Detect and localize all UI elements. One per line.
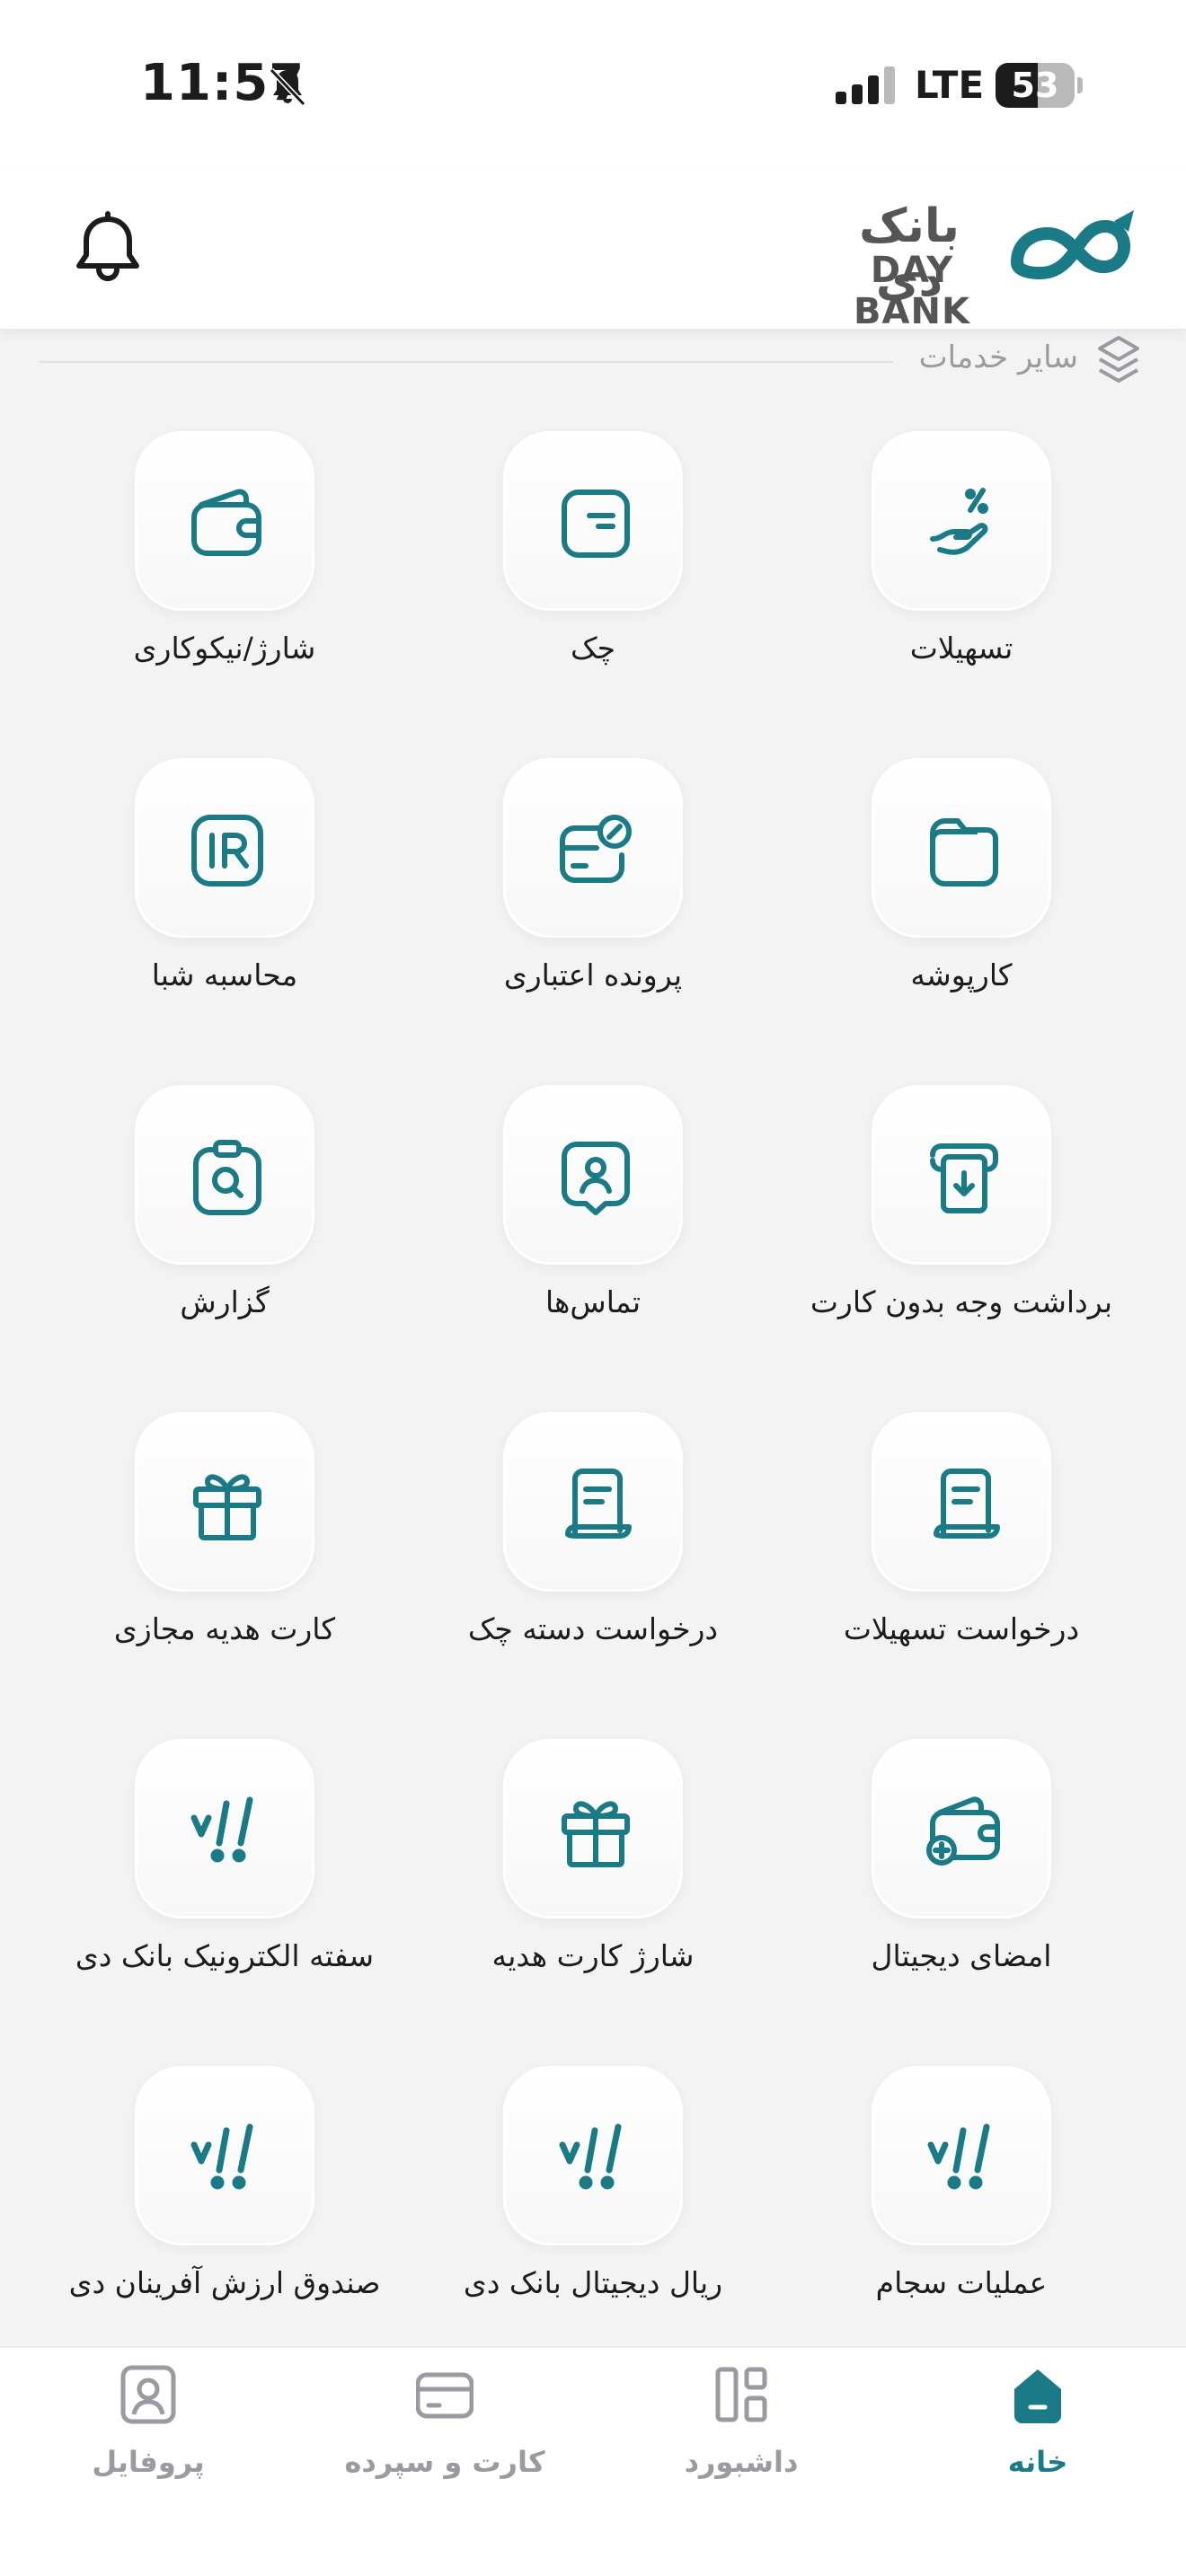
- document-icon: [934, 1469, 1000, 1539]
- service-chequebook-request[interactable]: درخواست دسته چک: [404, 1403, 782, 1672]
- day-bank-mark-icon: [190, 2123, 253, 2190]
- service-loan-request[interactable]: درخواست تسهیلات: [773, 1403, 1150, 1672]
- service-gift-card-topup[interactable]: شارژ کارت هدیه: [404, 1730, 782, 1999]
- day-bank-logo: بانک دی DAY BANK: [819, 199, 1146, 332]
- status-bar: 11:57 LTE 53: [0, 0, 1186, 171]
- service-label: کارپوشه: [910, 957, 1013, 992]
- service-label: صندوق ارزش آفرینان دی: [68, 2265, 381, 2300]
- service-electronic-promissory[interactable]: سفته الکترونیک بانک دی: [36, 1730, 413, 1999]
- day-bank-logo-mark-icon: [1011, 210, 1134, 279]
- network-type: LTE: [915, 63, 985, 107]
- service-sejam[interactable]: عملیات سجام: [773, 2057, 1150, 2326]
- gift-icon: [562, 1801, 630, 1867]
- battery-icon: 53: [996, 63, 1083, 108]
- card-icon: [416, 2372, 474, 2419]
- wallet-icon: [191, 489, 261, 556]
- service-label: درخواست تسهیلات: [843, 1611, 1080, 1646]
- service-label: محاسبه شبا: [151, 957, 298, 992]
- nav-dashboard[interactable]: داشبورد: [593, 2348, 890, 2545]
- service-label: برداشت وجه بدون کارت: [810, 1284, 1113, 1319]
- day-bank-mark-icon: [559, 2123, 622, 2190]
- service-loans[interactable]: تسهیلات: [773, 422, 1150, 692]
- nav-cards-deposits[interactable]: کارت و سپرده: [296, 2348, 593, 2545]
- gift-icon: [193, 1474, 261, 1540]
- service-cheque[interactable]: چک: [404, 422, 782, 692]
- ir-icon: [191, 815, 263, 887]
- hand-percent-icon: [930, 488, 988, 555]
- wallet-plus-icon: [926, 1796, 1000, 1866]
- nav-profile-label: پروفایل: [92, 2445, 205, 2479]
- service-digital-signature[interactable]: امضای دیجیتال: [773, 1730, 1150, 1999]
- app-header: بانک دی DAY BANK: [0, 171, 1186, 332]
- bell-muted-icon: [269, 67, 306, 107]
- section-divider: [40, 361, 893, 363]
- service-value-fund[interactable]: صندوق ارزش آفرینان دی: [36, 2057, 413, 2326]
- service-label: گزارش: [180, 1284, 270, 1319]
- service-sheba-calc[interactable]: محاسبه شبا: [36, 749, 413, 1019]
- service-credit-file[interactable]: پرونده اعتباری: [404, 749, 782, 1019]
- nav-home-label: خانه: [1007, 2445, 1068, 2479]
- service-label: درخواست دسته چک: [467, 1611, 719, 1646]
- service-digital-rial[interactable]: ریال دیجیتال بانک دی: [404, 2057, 782, 2326]
- home-icon: [1014, 2369, 1061, 2423]
- bottom-nav: خانه داشبورد کارت و سپرده پروفایل: [0, 2346, 1186, 2576]
- service-label: سفته الکترونیک بانک دی: [75, 1938, 375, 1973]
- day-bank-mark-icon: [927, 2123, 990, 2190]
- section-title: سایر خدمات: [918, 340, 1078, 375]
- profile-icon: [120, 2365, 176, 2424]
- nav-cards-label: کارت و سپرده: [344, 2445, 545, 2479]
- service-report[interactable]: گزارش: [36, 1076, 413, 1345]
- credit-card-percent-icon: [560, 815, 632, 883]
- nav-home[interactable]: خانه: [890, 2348, 1186, 2545]
- service-label: عملیات سجام: [875, 2265, 1048, 2300]
- service-label: امضای دیجیتال: [871, 1938, 1052, 1973]
- service-label: تماس‌ها: [544, 1284, 642, 1319]
- nav-dashboard-label: داشبورد: [684, 2445, 799, 2479]
- service-cardless-withdraw[interactable]: برداشت وجه بدون کارت: [773, 1076, 1150, 1345]
- report-search-icon: [193, 1140, 261, 1215]
- service-label: تسهیلات: [909, 631, 1013, 666]
- service-label: کارت هدیه مجازی: [113, 1611, 336, 1646]
- service-virtual-gift-card[interactable]: کارت هدیه مجازی: [36, 1403, 413, 1672]
- day-bank-mark-icon: [190, 1796, 253, 1863]
- service-label: شارژ کارت هدیه: [491, 1938, 695, 1973]
- service-contacts[interactable]: تماس‌ها: [404, 1076, 782, 1345]
- service-cartable[interactable]: کارپوشه: [773, 749, 1150, 1019]
- nav-profile[interactable]: پروفایل: [0, 2348, 296, 2545]
- signal-icon: [836, 66, 895, 104]
- atm-withdraw-icon: [930, 1143, 998, 1213]
- service-label: شارژ/نیکوکاری: [133, 631, 316, 666]
- battery-percent: 53: [1011, 66, 1059, 105]
- document-icon: [565, 1469, 632, 1539]
- section-header: سایر خدمات: [0, 332, 1186, 395]
- logo-english-text: DAY BANK: [854, 250, 970, 332]
- layers-icon: [1098, 336, 1139, 383]
- service-label: پرونده اعتباری: [503, 957, 683, 992]
- notification-bell-icon[interactable]: [72, 210, 144, 287]
- service-label: ریال دیجیتال بانک دی: [463, 2265, 723, 2300]
- service-label: چک: [571, 631, 615, 666]
- dashboard-icon: [715, 2367, 767, 2422]
- folder-icon: [930, 818, 998, 887]
- cheque-icon: [562, 490, 630, 558]
- contact-icon: [562, 1142, 630, 1215]
- service-topup-charity[interactable]: شارژ/نیکوکاری: [36, 422, 413, 692]
